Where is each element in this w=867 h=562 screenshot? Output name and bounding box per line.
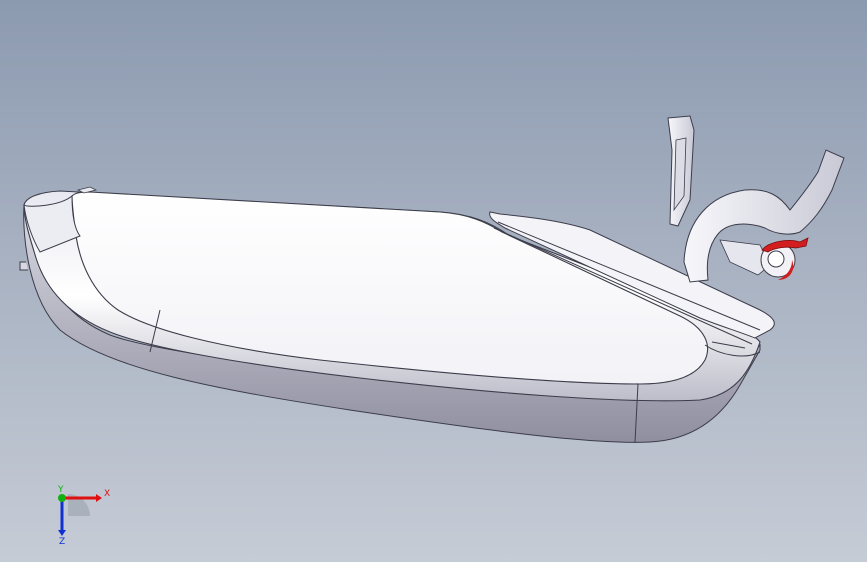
axis-triad: X Y Z (57, 485, 110, 546)
clip-tab (19, 261, 28, 271)
x-axis-head (96, 494, 102, 502)
y-axis-label: Y (57, 485, 64, 495)
pivot-hole (767, 250, 785, 268)
z-axis-head (58, 530, 66, 536)
cad-model-view[interactable] (0, 0, 867, 562)
x-axis-label: X (104, 489, 110, 499)
y-axis-dot (58, 494, 66, 502)
graphics-viewport[interactable]: X Y Z (0, 0, 867, 562)
z-axis-label: Z (59, 537, 65, 546)
